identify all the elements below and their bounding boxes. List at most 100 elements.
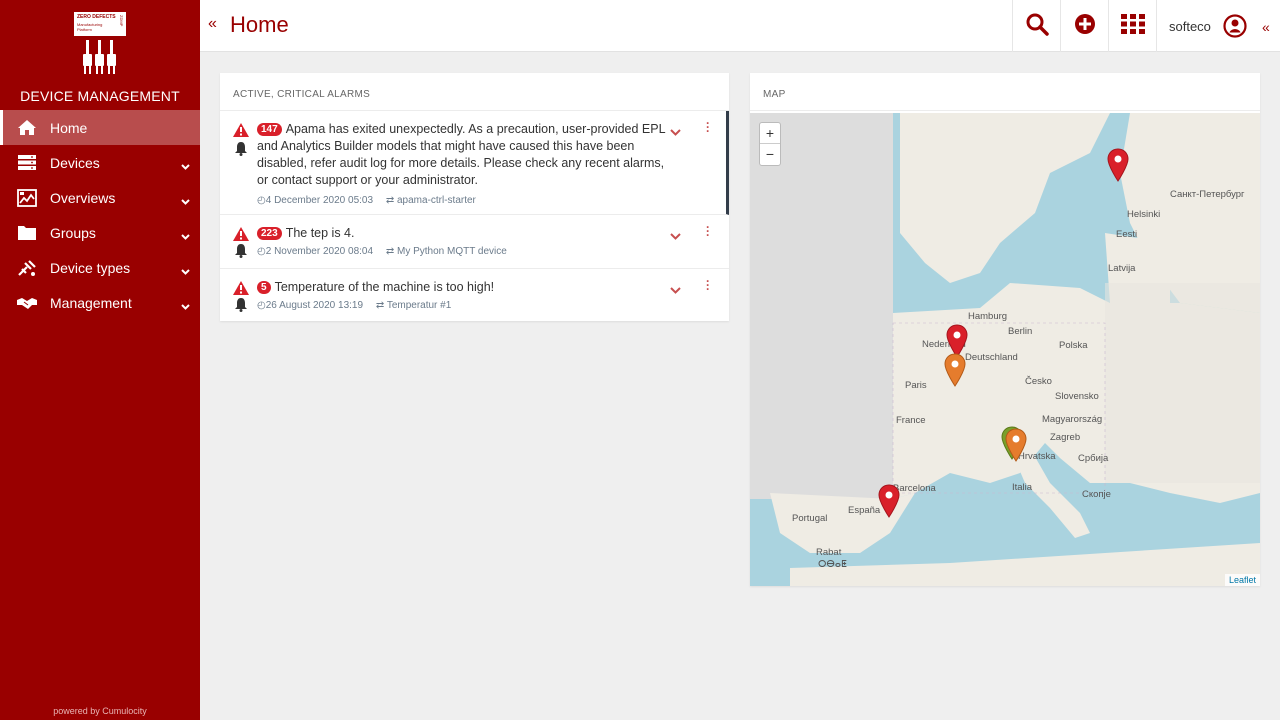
alarm-count-badge: 147	[257, 123, 282, 136]
alarm-time-text: 26 August 2020 13:19	[265, 300, 364, 311]
expand-chevron-icon[interactable]	[670, 281, 681, 299]
alarm-message: The tep is 4.	[285, 226, 355, 240]
map-label: Polska	[1059, 340, 1088, 351]
nav-label: Groups	[50, 224, 96, 241]
nav-item-overviews[interactable]: Overviews	[0, 180, 200, 215]
user-menu[interactable]: softeco	[1156, 0, 1256, 52]
zoom-control: + −	[759, 122, 781, 166]
map-label: Česko	[1025, 376, 1052, 387]
map-marker-major[interactable]	[944, 353, 966, 387]
more-options-icon[interactable]: · · ·	[706, 117, 710, 137]
alarm-source[interactable]: ⇄ Temperatur #1	[376, 300, 451, 311]
nav-label: Overviews	[50, 189, 116, 206]
add-button[interactable]	[1060, 0, 1108, 52]
map-view[interactable]: + − Helsinki Санкт-Петербург Eesti Latvi…	[750, 113, 1260, 586]
map-label: Deutschland	[965, 352, 1018, 363]
search-button[interactable]	[1012, 0, 1060, 52]
leaflet-attribution[interactable]: Leaflet	[1224, 574, 1260, 586]
app-title: DEVICE MANAGEMENT	[20, 88, 180, 104]
alarms-widget: ACTIVE, CRITICAL ALARMS 147 Apama has exi…	[220, 73, 729, 321]
alarm-time-text: 4 December 2020 05:03	[265, 195, 374, 206]
map-marker-major[interactable]	[1005, 428, 1027, 462]
nav-item-management[interactable]: Management	[0, 285, 200, 320]
map-label: Latvija	[1108, 263, 1136, 274]
collapse-right-panel-button[interactable]: «	[1262, 19, 1270, 35]
map-label: España	[848, 505, 881, 516]
top-header: « Home softeco «	[200, 0, 1280, 52]
plus-circle-icon	[1074, 13, 1096, 40]
nav-item-devices[interactable]: Devices	[0, 145, 200, 180]
expand-chevron-icon[interactable]	[670, 123, 681, 141]
alarm-time: ◴2 November 2020 08:04	[257, 246, 374, 257]
map-label: Portugal	[792, 513, 828, 524]
nav-label: Home	[50, 119, 88, 136]
chevron-down-icon	[181, 157, 190, 173]
device-types-icon	[16, 259, 38, 277]
alarm-meta: ◴2 November 2020 08:04 ⇄ My Python MQTT …	[257, 246, 669, 257]
handshake-icon	[16, 294, 38, 312]
alarm-message-row: 223 The tep is 4.	[257, 225, 669, 242]
widget-title: ACTIVE, CRITICAL ALARMS	[220, 73, 729, 111]
nav-item-home[interactable]: Home	[0, 110, 200, 145]
map-label: Санкт-Петербург	[1170, 189, 1245, 200]
collapse-sidebar-button[interactable]: «	[208, 15, 217, 33]
home-icon	[16, 119, 38, 137]
app-switcher-button[interactable]	[1108, 0, 1156, 52]
map-label: Zagreb	[1050, 432, 1081, 443]
alarm-source[interactable]: ⇄ My Python MQTT device	[386, 246, 507, 257]
warning-icon	[233, 123, 249, 142]
map-marker-critical[interactable]	[878, 484, 900, 518]
alarm-message-row: 5 Temperature of the machine is too high!	[257, 279, 669, 296]
devices-logo-icon	[83, 40, 116, 74]
alarm-message-row: 147 Apama has exited unexpectedly. As a p…	[257, 121, 666, 189]
chevron-down-icon	[181, 192, 190, 208]
folder-icon	[16, 224, 38, 242]
map-label: Hamburg	[968, 311, 1008, 322]
brand: ZERO DEFECTS Manufacturing Platform ZDMP…	[0, 0, 200, 110]
nav-item-groups[interactable]: Groups	[0, 215, 200, 250]
alarm-source-text: Temperatur #1	[386, 300, 452, 311]
zoom-out-button[interactable]: −	[760, 144, 780, 165]
logo-text-side: ZDMP	[119, 15, 124, 27]
alarm-time: ◴4 December 2020 05:03	[257, 195, 374, 206]
alarm-item[interactable]: 223 The tep is 4. ◴2 November 2020 08:04 …	[220, 215, 729, 269]
alarm-message: Apama has exited unexpectedly. As a prec…	[257, 122, 666, 187]
map-label: Berlin	[1008, 326, 1033, 337]
map-label: Magyarország	[1042, 414, 1103, 425]
alarm-message: Temperature of the machine is too high!	[274, 280, 495, 294]
nav-item-device-types[interactable]: Device types	[0, 250, 200, 285]
chevron-down-icon	[181, 262, 190, 278]
logo-text-main: ZERO DEFECTS	[77, 14, 116, 20]
map-label: Скопје	[1082, 489, 1111, 500]
more-options-icon[interactable]: · · ·	[706, 275, 710, 295]
zoom-in-button[interactable]: +	[760, 123, 780, 144]
alarm-item[interactable]: 147 Apama has exited unexpectedly. As a p…	[220, 111, 729, 215]
bell-icon	[234, 243, 248, 263]
logo-text-sub: Manufacturing Platform	[77, 22, 103, 32]
username: softeco	[1169, 18, 1211, 34]
sidebar: ZERO DEFECTS Manufacturing Platform ZDMP…	[0, 0, 200, 720]
more-options-icon[interactable]: · · ·	[706, 221, 710, 241]
bell-icon	[234, 141, 248, 161]
alarm-time-text: 2 November 2020 08:04	[265, 246, 374, 257]
alarm-item[interactable]: 5 Temperature of the machine is too high!…	[220, 269, 729, 319]
alarm-meta: ◴4 December 2020 05:03 ⇄ apama-ctrl-star…	[257, 195, 666, 206]
chevron-down-icon	[181, 227, 190, 243]
map-widget: MAP + − Helsinki Санкт-Петербург Eesti L…	[750, 73, 1260, 586]
alarm-count-badge: 5	[257, 281, 271, 294]
map-label: Rabat	[816, 547, 842, 558]
zdmp-logo[interactable]: ZERO DEFECTS Manufacturing Platform ZDMP	[74, 12, 126, 36]
alarm-source[interactable]: ⇄ apama-ctrl-starter	[386, 195, 476, 206]
map-label: France	[896, 415, 926, 426]
nav-label: Device types	[50, 259, 131, 276]
alarm-source-text: apama-ctrl-starter	[396, 195, 476, 206]
expand-chevron-icon[interactable]	[670, 227, 681, 245]
map-label: Slovensko	[1055, 391, 1099, 402]
main-nav: Home Devices Overviews Groups Device typ…	[0, 110, 200, 320]
powered-by[interactable]: powered by Cumulocity	[0, 706, 200, 716]
alarm-time: ◴26 August 2020 13:19	[257, 300, 364, 311]
map-label: ⵔⴱⴰⵟ	[818, 559, 847, 570]
user-icon	[1223, 14, 1247, 38]
map-marker-critical[interactable]	[1107, 148, 1129, 182]
nav-label: Devices	[50, 154, 100, 171]
